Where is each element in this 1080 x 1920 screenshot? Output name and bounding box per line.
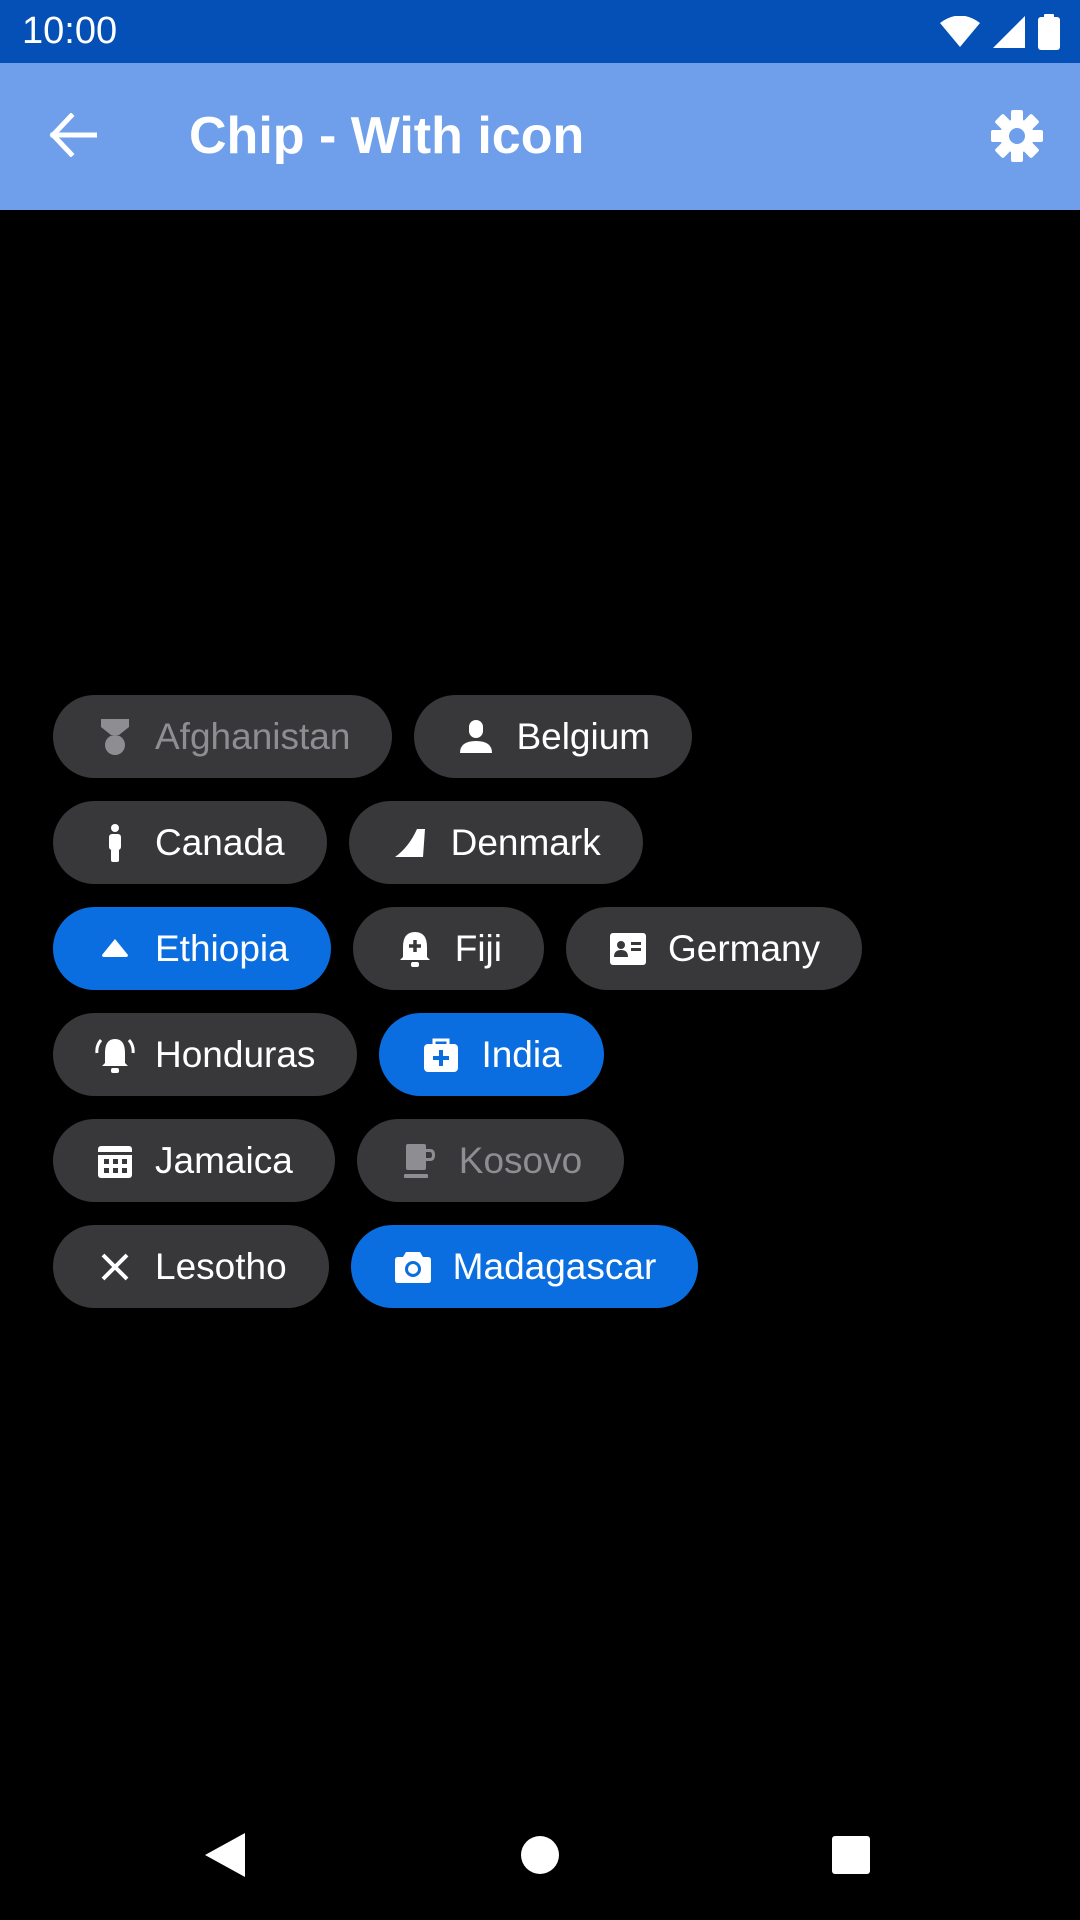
nav-recents-button[interactable] xyxy=(816,1822,886,1892)
chip-row: Lesotho Madagascar xyxy=(53,1225,1053,1308)
chip-fiji[interactable]: Fiji xyxy=(352,907,544,990)
chip-row: Canada Denmark xyxy=(53,801,1053,884)
gear-icon xyxy=(989,108,1045,169)
chip-label: Madagascar xyxy=(452,1245,657,1287)
nav-back-button[interactable] xyxy=(190,1822,260,1892)
navigation-bar xyxy=(0,1794,1080,1920)
chip-ethiopia[interactable]: Ethiopia xyxy=(53,907,331,990)
chip-row: Afghanistan Belgium xyxy=(53,695,1053,778)
camera-icon xyxy=(391,1245,435,1289)
medal-icon xyxy=(93,715,137,759)
wifi-icon xyxy=(940,16,980,48)
chip-germany[interactable]: Germany xyxy=(565,907,863,990)
chip-row: Honduras India xyxy=(53,1013,1053,1096)
chip-canada[interactable]: Canada xyxy=(53,801,327,884)
bell-ringing-icon xyxy=(93,1033,137,1077)
chip-row: Ethiopia Fiji Germany xyxy=(53,907,1053,990)
chip-label: Fiji xyxy=(454,927,502,969)
chip-label: Ethiopia xyxy=(155,927,289,969)
status-time: 10:00 xyxy=(22,10,118,52)
arrow-back-icon xyxy=(49,111,98,162)
chip-group: Afghanistan Belgium Canada Denmark Ethio… xyxy=(53,695,1053,1331)
mug-icon xyxy=(397,1139,441,1183)
parallelogram-icon xyxy=(389,821,433,865)
chip-row: Jamaica Kosovo xyxy=(53,1119,1053,1202)
triangle-up-icon xyxy=(93,927,137,971)
chip-kosovo[interactable]: Kosovo xyxy=(356,1119,625,1202)
settings-button[interactable] xyxy=(982,103,1052,173)
page-title: Chip - With icon xyxy=(189,107,585,165)
close-icon xyxy=(93,1245,137,1289)
chip-india[interactable]: India xyxy=(379,1013,604,1096)
status-bar: 10:00 xyxy=(0,0,1080,63)
battery-icon xyxy=(1038,14,1060,50)
bell-add-icon xyxy=(393,927,437,971)
chip-jamaica[interactable]: Jamaica xyxy=(53,1119,335,1202)
person-icon xyxy=(454,715,498,759)
nav-home-icon xyxy=(520,1835,560,1880)
chip-madagascar[interactable]: Madagascar xyxy=(350,1225,699,1308)
chip-label: Honduras xyxy=(155,1033,316,1075)
chip-label: Jamaica xyxy=(155,1139,293,1181)
chip-label: Canada xyxy=(155,821,285,863)
nav-home-button[interactable] xyxy=(505,1822,575,1892)
standing-person-icon xyxy=(93,821,137,865)
chip-label: Belgium xyxy=(516,715,651,757)
contact-card-icon xyxy=(606,927,650,971)
chip-label: Denmark xyxy=(450,821,601,863)
chip-honduras[interactable]: Honduras xyxy=(53,1013,358,1096)
chip-label: Lesotho xyxy=(155,1245,287,1287)
signal-icon xyxy=(992,15,1026,49)
chip-denmark[interactable]: Denmark xyxy=(348,801,643,884)
app-bar: Chip - With icon xyxy=(0,63,1080,210)
medical-bag-icon xyxy=(419,1033,463,1077)
status-icons xyxy=(940,12,1060,52)
chip-afghanistan[interactable]: Afghanistan xyxy=(53,695,393,778)
chip-label: Germany xyxy=(667,927,821,969)
nav-back-icon xyxy=(203,1831,247,1884)
chip-label: India xyxy=(481,1033,562,1075)
chip-belgium[interactable]: Belgium xyxy=(414,695,693,778)
chip-label: Kosovo xyxy=(458,1139,583,1181)
calendar-icon xyxy=(93,1139,137,1183)
nav-recents-icon xyxy=(831,1835,871,1880)
back-button[interactable] xyxy=(38,106,108,168)
chip-lesotho[interactable]: Lesotho xyxy=(53,1225,329,1308)
chip-label: Afghanistan xyxy=(155,715,351,757)
